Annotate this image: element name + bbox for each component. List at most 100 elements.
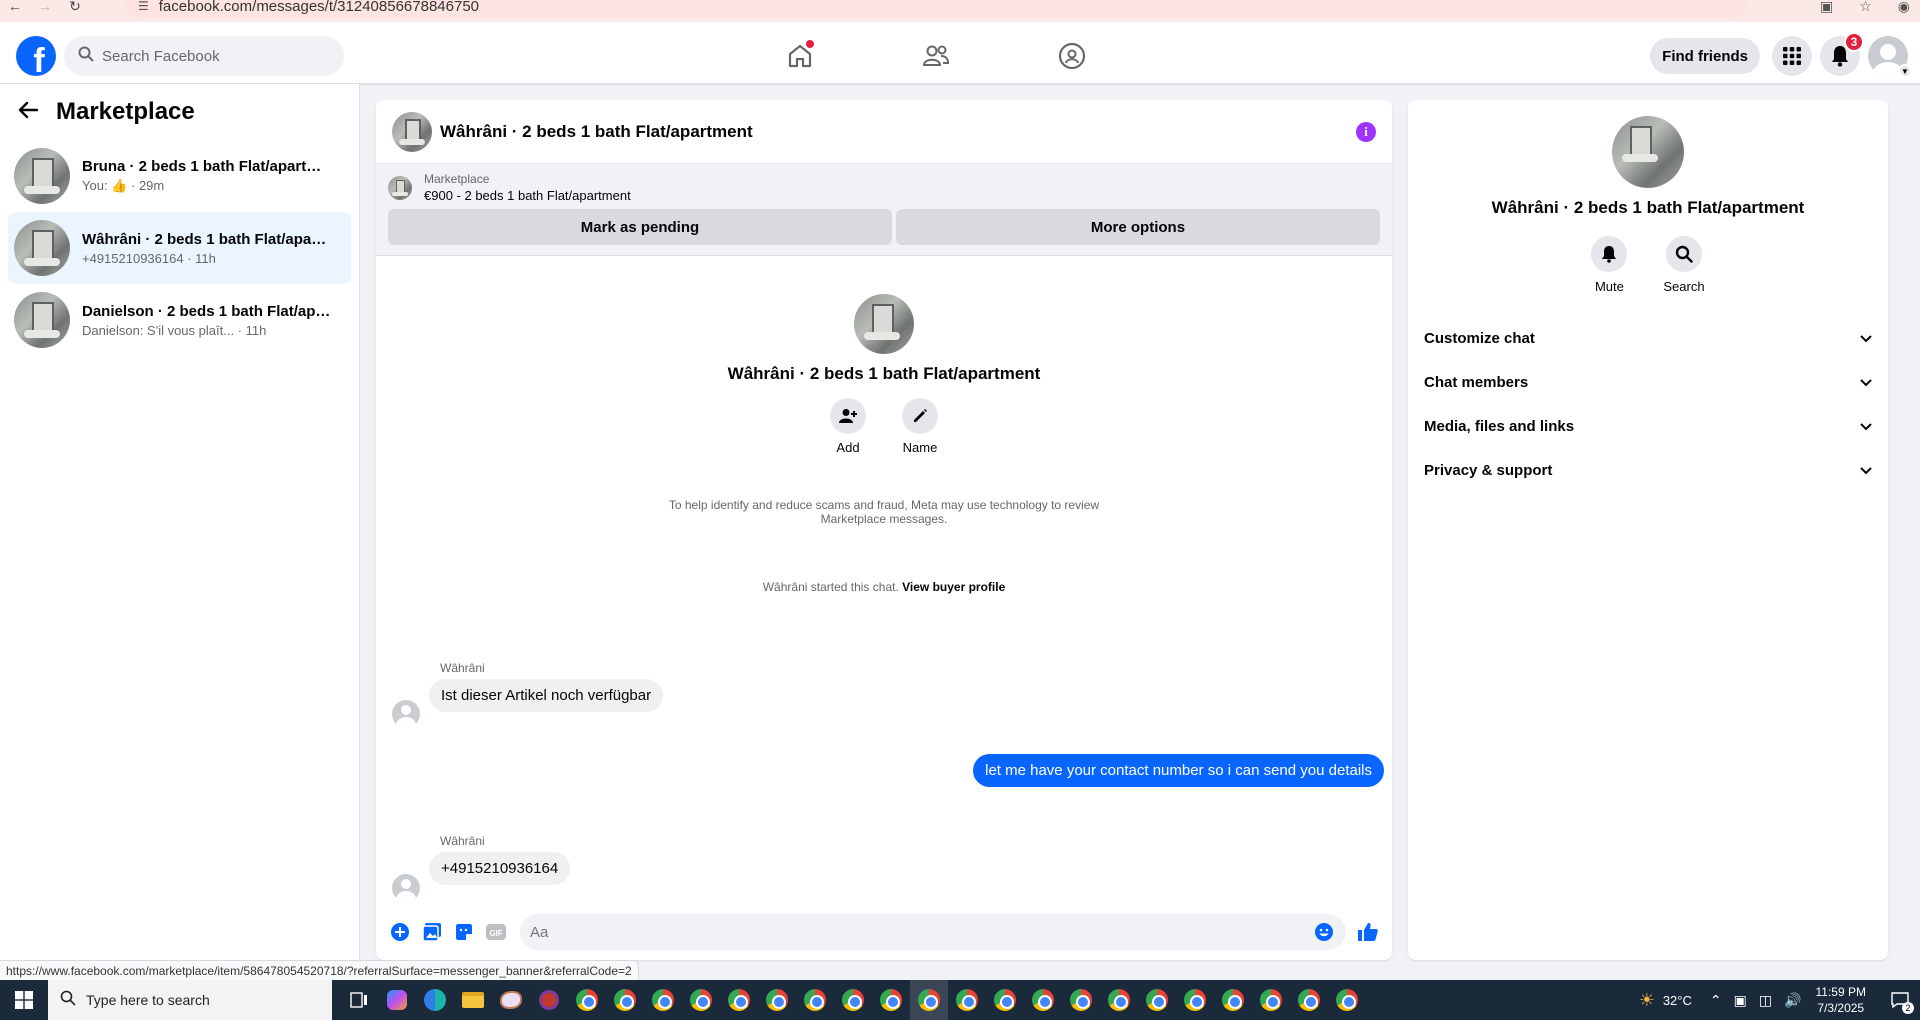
chevron-up-icon[interactable]: ⌃ xyxy=(1710,992,1722,1009)
chevron-down-icon xyxy=(1860,418,1872,435)
notifications-bell-icon[interactable]: 3 xyxy=(1820,32,1864,76)
weather-widget[interactable]: ☀ 32°C xyxy=(1639,990,1692,1011)
friends-icon[interactable] xyxy=(916,36,956,76)
network-icon[interactable]: ◫ xyxy=(1759,992,1772,1009)
gif-icon[interactable]: GIF xyxy=(480,916,512,948)
search-in-conversation-button[interactable]: Search xyxy=(1663,236,1705,294)
thumbs-up-icon[interactable] xyxy=(1352,916,1384,948)
emoji-icon[interactable] xyxy=(1308,916,1340,948)
listing-thumbnail xyxy=(854,294,914,354)
message-bubble[interactable]: Ist dieser Artikel noch verfügbar xyxy=(429,679,664,712)
file-explorer-icon[interactable] xyxy=(454,980,492,1020)
weather-icon: ☀ xyxy=(1638,989,1655,1010)
back-arrow-icon[interactable] xyxy=(18,99,39,125)
browser-toolbar: ← → ↻ ☰ facebook.com/messages/t/31240856… xyxy=(0,0,1920,22)
message-bubble[interactable]: let me have your contact number so i can… xyxy=(973,754,1384,787)
chrome-icon[interactable] xyxy=(1176,980,1214,1020)
avatar[interactable] xyxy=(392,700,420,728)
mark-as-pending-button[interactable]: Mark as pending xyxy=(388,209,892,245)
listing-thumbnail[interactable] xyxy=(1612,116,1684,188)
section-label: Customize chat xyxy=(1424,329,1535,347)
privacy-support-section[interactable]: Privacy & support xyxy=(1408,448,1888,492)
chrome-icon[interactable] xyxy=(796,980,834,1020)
find-friends-button[interactable]: Find friends xyxy=(1650,38,1760,74)
menu-grid-icon[interactable] xyxy=(1772,36,1812,76)
listing-thumbnail xyxy=(388,175,412,200)
link-status-url: https://www.facebook.com/marketplace/ite… xyxy=(0,960,639,980)
site-info-icon[interactable]: ☰ xyxy=(138,0,149,13)
chrome-icon[interactable] xyxy=(872,980,910,1020)
chrome-icon[interactable] xyxy=(682,980,720,1020)
info-icon[interactable]: i xyxy=(1356,121,1376,142)
media-files-links-section[interactable]: Media, files and links xyxy=(1408,404,1888,448)
message-bubble[interactable]: +4915210936164 xyxy=(429,852,571,885)
conversation-item-bruna[interactable]: Bruna · 2 beds 1 bath Flat/apartme... Yo… xyxy=(8,140,351,212)
reload-icon[interactable]: ↻ xyxy=(60,0,90,15)
listing-thumbnail[interactable] xyxy=(392,111,432,152)
windows-start-icon[interactable] xyxy=(0,980,48,1020)
photo-icon[interactable] xyxy=(416,916,448,948)
customize-chat-section[interactable]: Customize chat xyxy=(1408,316,1888,360)
chrome-icon[interactable] xyxy=(1252,980,1290,1020)
avatar[interactable] xyxy=(392,874,420,902)
mute-button[interactable]: Mute xyxy=(1591,236,1628,294)
volume-icon[interactable]: 🔊 xyxy=(1784,992,1801,1009)
chrome-icon[interactable] xyxy=(948,980,986,1020)
edge-icon[interactable] xyxy=(416,980,454,1020)
groups-icon[interactable] xyxy=(1052,36,1092,76)
address-bar[interactable]: ☰ facebook.com/messages/t/31240856678846… xyxy=(126,0,1746,18)
conversation-preview: Danielson: S'il vous plaît... · 11h xyxy=(82,322,267,338)
clock-date: 7/3/2025 xyxy=(1817,1001,1865,1015)
chrome-icon[interactable] xyxy=(606,980,644,1020)
meet-icon[interactable]: ▣ xyxy=(1734,992,1747,1009)
add-label: Add xyxy=(836,440,860,455)
install-app-icon[interactable]: ▣ xyxy=(1820,0,1833,15)
copilot-icon[interactable] xyxy=(378,980,416,1020)
profile-icon[interactable]: ◉ xyxy=(1898,0,1910,15)
bookmark-star-icon[interactable]: ☆ xyxy=(1859,0,1872,15)
task-view-icon[interactable] xyxy=(340,980,378,1020)
marketplace-banner: Marketplace €900 - 2 beds 1 bath Flat/ap… xyxy=(376,164,1392,256)
back-arrow-icon[interactable]: ← xyxy=(0,0,30,14)
conversation-item-wahrani[interactable]: Wâhrâni · 2 beds 1 bath Flat/apart... +4… xyxy=(8,212,351,284)
page-title: Marketplace xyxy=(56,98,195,125)
chrome-icon[interactable] xyxy=(910,980,948,1020)
add-people-button[interactable]: Add xyxy=(830,398,866,455)
chrome-icon[interactable] xyxy=(1100,980,1138,1020)
chrome-icon[interactable] xyxy=(1024,980,1062,1020)
chrome-icon[interactable] xyxy=(1328,980,1366,1020)
chrome-icon[interactable] xyxy=(720,980,758,1020)
section-label: Media, files and links xyxy=(1424,417,1575,435)
chrome-icon[interactable] xyxy=(758,980,796,1020)
chevron-down-icon: ▼ xyxy=(1898,64,1912,78)
search-input[interactable]: Search Facebook xyxy=(64,36,344,76)
facebook-logo-icon[interactable]: f xyxy=(16,36,56,76)
forward-arrow-icon[interactable]: → xyxy=(30,0,60,14)
chrome-icon[interactable] xyxy=(568,980,606,1020)
chrome-icon[interactable] xyxy=(986,980,1024,1020)
chat-members-section[interactable]: Chat members xyxy=(1408,360,1888,404)
view-buyer-profile-link[interactable]: View buyer profile xyxy=(902,580,1005,594)
conversation-title: Danielson · 2 beds 1 bath Flat/apar... xyxy=(82,302,332,320)
conversation-item-danielson[interactable]: Danielson · 2 beds 1 bath Flat/apar... D… xyxy=(8,284,351,356)
more-options-button[interactable]: More options xyxy=(895,209,1380,245)
action-center-icon[interactable]: 2 xyxy=(1880,980,1920,1020)
listing-link[interactable]: Marketplace €900 - 2 beds 1 bath Flat/ap… xyxy=(388,172,1380,203)
chrome-icon[interactable] xyxy=(1214,980,1252,1020)
chrome-icon[interactable] xyxy=(644,980,682,1020)
chrome-icon[interactable] xyxy=(834,980,872,1020)
home-icon[interactable] xyxy=(780,36,820,76)
name-chat-button[interactable]: Name xyxy=(902,398,938,455)
plus-icon[interactable] xyxy=(384,916,416,948)
taskbar-search-input[interactable]: Type here to search xyxy=(48,980,332,1020)
chrome-icon[interactable] xyxy=(1138,980,1176,1020)
message-input[interactable] xyxy=(520,914,1346,950)
chat-title[interactable]: Wâhrâni · 2 beds 1 bath Flat/apartment xyxy=(440,122,753,142)
chrome-icon[interactable] xyxy=(1290,980,1328,1020)
sticker-icon[interactable] xyxy=(448,916,480,948)
account-menu[interactable]: ▼ xyxy=(1868,36,1912,78)
paint-icon[interactable] xyxy=(492,980,530,1020)
badge-app-icon[interactable] xyxy=(530,980,568,1020)
chrome-icon[interactable] xyxy=(1062,980,1100,1020)
system-clock[interactable]: 11:59 PM 7/3/2025 xyxy=(1816,984,1866,1016)
